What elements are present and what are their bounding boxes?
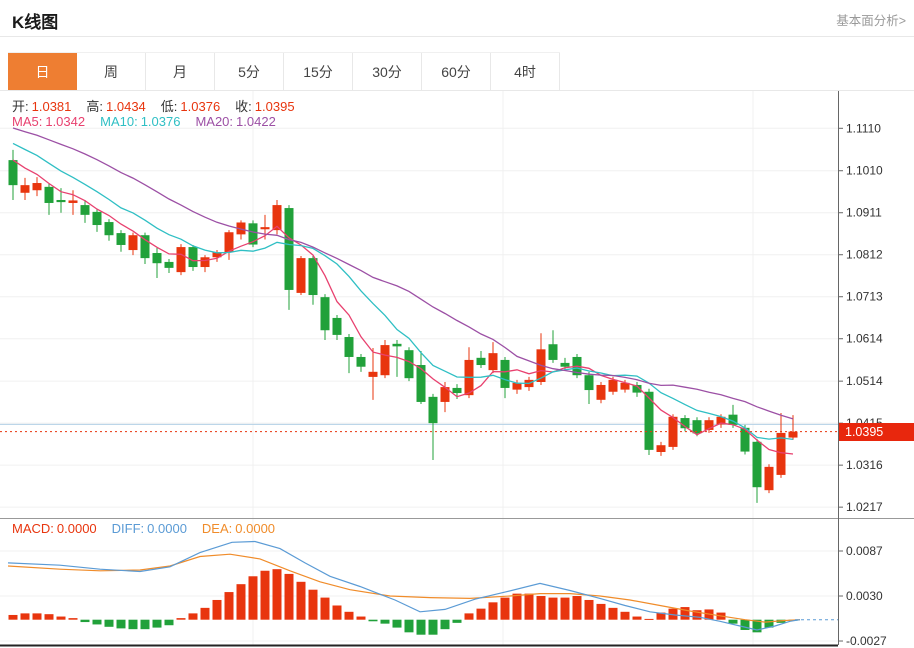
stat-label: 开: (12, 99, 29, 114)
stat-value: 1.0376 (140, 114, 181, 129)
stat-value: 0.0000 (147, 521, 187, 536)
stat-value: 1.0434 (106, 99, 146, 114)
tab-week[interactable]: 周 (77, 53, 146, 91)
tab-day[interactable]: 日 (8, 53, 77, 91)
tab-month[interactable]: 月 (146, 53, 215, 91)
candles (8, 149, 798, 503)
tab-bar-border (0, 90, 914, 91)
ohlc-row: 开: 1.0381 高: 1.0434 低: 1.0376 收: 1.0395 (12, 96, 310, 115)
stat-value: 1.0381 (31, 99, 72, 114)
stat-value: 1.0395 (254, 99, 295, 114)
stat-item: MACD: 0.0000 (12, 521, 100, 536)
stat-label: 收: (235, 99, 252, 114)
axis-tick-label: 1.0713 (846, 290, 883, 304)
axis-tick-label: -0.0027 (846, 634, 887, 648)
stat-label: MACD: (12, 521, 54, 536)
stat-value: 1.0376 (180, 99, 221, 114)
stat-item: 开: 1.0381 (12, 96, 74, 115)
tab-bar: 日周月 5分 15分 30分 60分 4时 (8, 52, 560, 91)
stat-label: 低: (160, 99, 178, 114)
stat-value: 1.0422 (236, 114, 276, 129)
stat-item: MA5: 1.0342 (12, 114, 88, 129)
axis-tick-label: 0.0087 (846, 544, 883, 558)
ma5-line (12, 159, 794, 455)
tab-60min[interactable]: 60分 (422, 53, 491, 91)
ma20-line (12, 127, 794, 420)
axis-tick-label: 1.1010 (846, 164, 883, 178)
stat-item: 低: 1.0376 (161, 96, 223, 115)
stat-item: 收: 1.0395 (235, 96, 297, 115)
axis-tick-label: 1.1110 (846, 121, 881, 135)
stat-label: DIFF: (111, 521, 145, 536)
axis-tick-label: 1.0514 (846, 374, 883, 388)
ma10-line (12, 142, 794, 441)
axis-tick-label: 1.0812 (846, 248, 883, 262)
macd-panel (7, 540, 838, 635)
stat-item: MA20: 1.0422 (195, 114, 278, 129)
stat-item: MA10: 1.0376 (100, 114, 183, 129)
stat-label: 高: (86, 99, 104, 114)
stat-item: 高: 1.0434 (86, 96, 148, 115)
stat-value: 0.0000 (56, 521, 97, 536)
stat-label: MA10: (100, 114, 138, 129)
stat-label: DEA: (201, 521, 233, 536)
kline-module: K线图 基本面分析> 1.1110 1.1010 1.0911 1.0812 1.071… (0, 0, 914, 648)
stat-label: MA5: (12, 114, 43, 129)
axis-tick-label: 1.0614 (846, 332, 883, 346)
tab-15min[interactable]: 15分 (284, 53, 353, 91)
stat-label: MA20: (195, 114, 234, 129)
axis-tick-label: 0.0030 (846, 589, 883, 603)
current-price-badge: 1.0395 (839, 423, 914, 441)
ma-row: MA5: 1.0342 MA10: 1.0376 MA20: 1.0422 (12, 114, 291, 129)
stat-item: DIFF: 0.0000 (112, 521, 190, 536)
axis-labels: 1.1110 1.1010 1.0911 1.0812 1.0713 1.0614 1.05… (838, 121, 887, 648)
stat-value: 0.0000 (235, 521, 276, 536)
axis-tick-label: 1.0217 (846, 500, 883, 514)
macd-row: MACD: 0.0000 DIFF: 0.0000 DEA: 0.0000 (12, 521, 290, 536)
tab-5min[interactable]: 5分 (215, 53, 284, 91)
tab-30min[interactable]: 30分 (353, 53, 422, 91)
axis-tick-label: 1.0316 (846, 458, 883, 472)
tab-4hour[interactable]: 4时 (491, 53, 560, 91)
stat-item: DEA: 0.0000 (202, 521, 278, 536)
axis-tick-label: 1.0911 (846, 206, 882, 220)
stat-value: 1.0342 (45, 114, 86, 129)
